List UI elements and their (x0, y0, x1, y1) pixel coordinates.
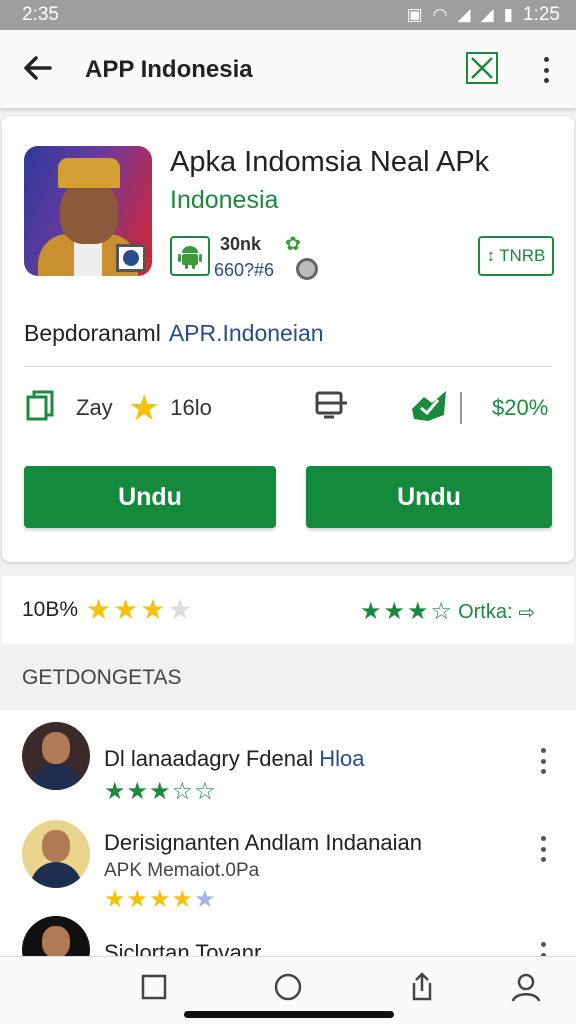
list-item[interactable]: Siclortan Tovanr (0, 916, 576, 956)
more-vert-icon[interactable] (538, 54, 554, 86)
list-item-name: Siclortan Tovanr (104, 940, 262, 956)
star-icon: ★ (407, 598, 429, 625)
more-vert-icon[interactable] (538, 836, 548, 862)
star-icon: ★ (128, 387, 161, 428)
star-empty-icon: ☆ (194, 778, 216, 805)
status-time: 2:35 (22, 4, 59, 25)
star-icon: ★ (86, 594, 112, 625)
close-box-icon[interactable] (466, 52, 498, 84)
star-icon: ★ (104, 886, 126, 913)
stat-verified (410, 388, 462, 428)
device-icon (314, 389, 350, 428)
status-clock: 1:25 (523, 4, 560, 25)
star-icon: ★ (126, 778, 149, 805)
list-item-name-link[interactable]: Hloa (319, 746, 364, 771)
star-icon: ★ (383, 598, 406, 625)
star-icon: ★ (140, 594, 166, 625)
rating-bar: 10B% ★ ★ ★ ★ ★ ★ ★ ☆ Ortka: ⇨ (2, 576, 574, 644)
signal-icon-2: ◢ (480, 5, 494, 24)
gesture-pill[interactable] (184, 1011, 394, 1018)
avatar (22, 820, 90, 888)
share-icon[interactable] (406, 971, 438, 1003)
list-item-subtitle: APK Memaiot.0Pa (104, 860, 260, 881)
list-item-name-text: Dl lanaadagry Fdenal (104, 746, 314, 771)
nfc-icon: ▣ (406, 5, 423, 24)
stat-text-2: 16lo (170, 395, 212, 420)
leaf-icon: ✿ (285, 234, 301, 255)
rating-other-stars: ★ ★ ★ ☆ (360, 598, 452, 626)
emblem-icon (116, 244, 146, 272)
stat-pages: Zay (24, 388, 113, 428)
review-list: Dl lanaadagry Fdenal Hloa ★ ★ ★ ☆ ☆ Deri… (0, 710, 576, 956)
globe-icon (296, 258, 318, 280)
list-item-stars: ★ ★ ★ ☆ ☆ (104, 780, 216, 804)
system-nav-bar (0, 956, 576, 1024)
app-developer[interactable]: Indonesia (170, 186, 278, 215)
page-title: APP Indonesia (85, 56, 253, 83)
avatar (22, 722, 90, 790)
stat-text-1: Zay (76, 395, 113, 420)
verified-check-icon (410, 389, 448, 428)
rating-stars: ★ ★ ★ ★ (86, 596, 192, 624)
stat-rating: ★ 16lo (128, 388, 212, 428)
star-icon: ★ (104, 778, 126, 805)
description-link[interactable]: APR.Indoneian (169, 320, 324, 346)
star-empty-icon: ★ (194, 886, 216, 913)
stats-row: Zay ★ 16lo $20% (24, 388, 554, 428)
list-item-stars: ★ ★ ★ ★ ★ (104, 888, 216, 912)
more-vert-icon[interactable] (538, 942, 548, 956)
rating-summary: 10B% ★ ★ ★ ★ (22, 596, 192, 624)
star-empty-icon: ★ (167, 594, 193, 625)
star-half-icon: ☆ (430, 598, 453, 625)
download-count: 30nk (220, 234, 262, 254)
signal-icon: ◢ (457, 5, 471, 24)
star-icon: ★ (360, 598, 382, 625)
list-item[interactable]: Derisignanten Andlam Indanaian APK Memai… (0, 816, 576, 912)
app-version: 660?#6 (214, 260, 275, 280)
star-icon: ★ (171, 886, 194, 913)
height-arrows-icon: ↕ (486, 246, 496, 265)
star-icon: ★ (149, 886, 171, 913)
app-bar: APP Indonesia (0, 30, 576, 108)
size-button[interactable]: ↕ TNRB (478, 236, 554, 276)
back-arrow-icon[interactable] (20, 50, 60, 90)
battery-icon: ▮ (503, 5, 514, 24)
wifi-icon: ◠ (432, 5, 448, 24)
star-empty-icon: ☆ (171, 778, 194, 805)
download-button-left[interactable]: Undu (24, 466, 276, 528)
stat-percent: $20% (492, 388, 548, 428)
download-button-right[interactable]: Undu (306, 466, 552, 528)
section-header: GETDONGETAS (0, 644, 576, 710)
more-vert-icon[interactable] (538, 748, 548, 774)
stat-separator (460, 392, 462, 424)
share-icon: ⇨ (518, 601, 536, 624)
list-item-name: Dl lanaadagry Fdenal Hloa (104, 746, 365, 772)
app-title: Apka Indomsia Neal APk (170, 146, 490, 178)
divider (24, 366, 552, 367)
stat-text-4: $20% (492, 395, 549, 420)
rating-label: 10B% (22, 598, 79, 621)
stat-device (314, 388, 350, 428)
avatar (22, 916, 90, 956)
home-icon[interactable] (272, 971, 304, 1003)
rating-other-label: Ortka: (458, 600, 513, 623)
size-label: TNRB (499, 246, 546, 265)
rating-other[interactable]: ★ ★ ★ ☆ Ortka: ⇨ (360, 598, 535, 626)
app-icon (24, 146, 152, 276)
section-title: GETDONGETAS (22, 666, 182, 689)
star-icon: ★ (149, 778, 171, 805)
app-detail-card: Apka Indomsia Neal APk Indonesia 30nk ✿ … (2, 116, 574, 562)
list-item-name: Derisignanten Andlam Indanaian (104, 830, 423, 855)
star-icon: ★ (113, 594, 139, 625)
description-text: Bepdoranaml (24, 320, 161, 346)
recents-icon[interactable] (138, 971, 170, 1003)
profile-icon[interactable] (510, 971, 542, 1003)
star-icon: ★ (126, 886, 149, 913)
list-item[interactable]: Dl lanaadagry Fdenal Hloa ★ ★ ★ ☆ ☆ (0, 720, 576, 816)
android-icon (170, 236, 210, 276)
status-bar: 2:35 ▣ ◠ ◢ ◢ ▮ 1:25 (0, 0, 576, 30)
app-description: Bepdoranaml APR.Indoneian (24, 320, 324, 347)
tablet-icon (24, 389, 58, 428)
